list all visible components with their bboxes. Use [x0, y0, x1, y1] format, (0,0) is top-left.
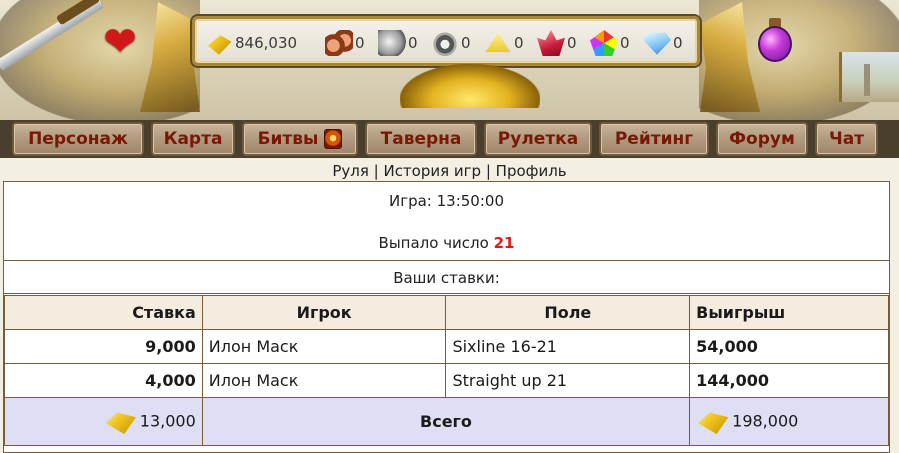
- player-name: Илон Маск: [201, 363, 447, 398]
- resources-bar: 846,030 0 0 0 0 0 0 0: [192, 16, 700, 66]
- treasure-pile-icon: [400, 64, 540, 108]
- profile-link[interactable]: Профиль: [496, 162, 567, 180]
- wood-logs-icon: [325, 30, 353, 56]
- game-info: Игра: 13:50:00 Выпало число 21: [4, 182, 889, 260]
- total-bet-amount: 13,000: [139, 411, 196, 430]
- resource-crystal-value: 0: [567, 34, 577, 52]
- game-header: ❤ 846,030 0 0 0 0 0 0 0: [0, 0, 899, 120]
- total-bet-cell: 13,000: [4, 397, 203, 446]
- table-header-row: Ставка Игрок Поле Выигрыш: [4, 295, 889, 330]
- total-label: Всего: [420, 412, 472, 431]
- resource-crystal: 0: [537, 28, 577, 58]
- game-history-link[interactable]: История игр: [383, 162, 481, 180]
- nav-map-button[interactable]: Карта: [151, 122, 235, 156]
- bets-title: Ваши ставки:: [4, 260, 889, 294]
- gold-bars-icon: [697, 412, 729, 435]
- resource-sulfur: 0: [484, 28, 524, 58]
- resource-diamond-value: 0: [673, 34, 683, 52]
- resource-gold: 846,030: [205, 28, 297, 58]
- gems-icon: [590, 30, 618, 56]
- heart-icon[interactable]: ❤: [100, 22, 140, 62]
- roulette-link[interactable]: Руля: [332, 162, 369, 180]
- player-name: Илон Маск: [201, 329, 447, 364]
- nav-tavern-button[interactable]: Таверна: [365, 122, 477, 156]
- roulette-sublinks: Руля | История игр | Профиль: [0, 160, 899, 182]
- win-amount: 54,000: [689, 329, 889, 364]
- column-header-field: Поле: [445, 295, 691, 330]
- resource-wood: 0: [325, 28, 365, 58]
- main-nav: Персонаж Карта Битвы Таверна Рулетка Рей…: [0, 120, 899, 158]
- dropped-number-label: Выпало число: [378, 234, 494, 252]
- resource-iron: 0: [431, 28, 471, 58]
- resource-gold-value: 846,030: [235, 34, 298, 52]
- resource-sulfur-value: 0: [514, 34, 524, 52]
- total-row: 13,000 Всего 198,000: [4, 397, 889, 446]
- nav-rating-button[interactable]: Рейтинг: [599, 122, 709, 156]
- dropped-number: 21: [493, 234, 515, 252]
- column-header-player: Игрок: [201, 295, 447, 330]
- diamond-icon: [643, 32, 671, 55]
- resource-stone: 0: [378, 28, 418, 58]
- nav-character-button[interactable]: Персонаж: [12, 122, 144, 156]
- resource-gems-value: 0: [620, 34, 630, 52]
- nav-battles-label: Битвы: [257, 129, 319, 149]
- table-row: 9,000 Илон Маск Sixline 16-21 54,000: [4, 329, 889, 364]
- column-header-bet: Ставка: [4, 295, 203, 330]
- gold-bars-icon: [105, 412, 137, 435]
- resource-stone-value: 0: [408, 34, 418, 52]
- total-win-cell: 198,000: [689, 397, 889, 446]
- battle-shield-icon: [324, 129, 343, 149]
- city-view-icon[interactable]: [839, 52, 899, 102]
- bet-amount: 9,000: [4, 329, 203, 364]
- bet-field: Straight up 21: [445, 363, 691, 398]
- game-time: Игра: 13:50:00: [388, 192, 504, 210]
- gold-bars-icon: [207, 35, 232, 55]
- nav-forum-button[interactable]: Форум: [716, 122, 808, 156]
- bet-amount: 4,000: [4, 363, 203, 398]
- sulfur-icon: [485, 32, 511, 53]
- resource-diamond: 0: [643, 28, 683, 58]
- total-win-amount: 198,000: [732, 411, 799, 430]
- bets-table: Ставка Игрок Поле Выигрыш 9,000 Илон Мас…: [4, 295, 889, 446]
- game-result-panel: Игра: 13:50:00 Выпало число 21 Ваши став…: [3, 181, 890, 453]
- nav-battles-button[interactable]: Битвы: [242, 122, 358, 156]
- separator: |: [481, 162, 496, 180]
- page: ❤ 846,030 0 0 0 0 0 0 0 Персонаж Карта Б…: [0, 0, 899, 453]
- bet-field: Sixline 16-21: [445, 329, 691, 364]
- nav-roulette-button[interactable]: Рулетка: [484, 122, 592, 156]
- resource-gems: 0: [590, 28, 630, 58]
- resource-iron-value: 0: [461, 34, 471, 52]
- potion-icon[interactable]: [754, 18, 796, 64]
- total-label-cell: Всего: [201, 397, 691, 446]
- column-header-win: Выигрыш: [689, 295, 889, 330]
- win-amount: 144,000: [689, 363, 889, 398]
- resource-wood-value: 0: [355, 34, 365, 52]
- stone-icon: [378, 30, 406, 56]
- nav-chat-button[interactable]: Чат: [815, 122, 878, 156]
- crystal-icon: [537, 30, 565, 56]
- table-row: 4,000 Илон Маск Straight up 21 144,000: [4, 363, 889, 398]
- dropped-number-line: Выпало число 21: [4, 234, 889, 252]
- iron-ore-icon: [431, 30, 459, 56]
- separator: |: [368, 162, 384, 180]
